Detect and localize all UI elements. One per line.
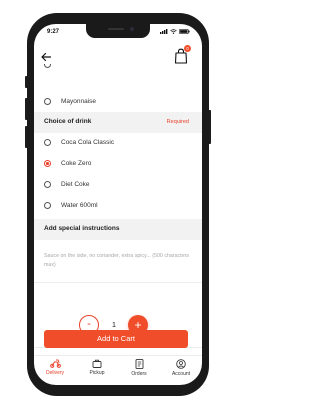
battery-icon — [179, 29, 190, 34]
option-label: Diet Coke — [61, 181, 90, 188]
divider — [34, 282, 202, 283]
tab-label: Orders — [131, 371, 147, 377]
tab-label: Pickup — [89, 370, 105, 376]
option-coke-zero[interactable]: Coke Zero — [34, 153, 202, 174]
required-label: Required — [166, 119, 189, 125]
instructions-section-header: Add special instructions — [34, 219, 202, 240]
add-to-cart-button[interactable]: Add to Cart — [44, 330, 188, 348]
option-label: Mayonnaise — [61, 98, 97, 105]
account-user-icon — [176, 359, 186, 369]
wifi-icon — [170, 29, 177, 34]
section-title: Choice of drink — [44, 118, 92, 125]
radio-icon — [44, 64, 51, 68]
signal-icon — [160, 29, 168, 34]
radio-icon[interactable] — [44, 98, 51, 105]
phone-screen: 9:27 0 Mayonnaise Choice of drink Requir… — [34, 24, 202, 385]
notch — [86, 24, 150, 38]
quantity-value: 1 — [111, 320, 117, 329]
arrow-left-icon[interactable] — [40, 51, 52, 63]
option-water-600ml[interactable]: Water 600ml — [34, 195, 202, 216]
list-item-cut — [34, 64, 202, 74]
radio-icon[interactable] — [44, 202, 51, 209]
option-label: Coke Zero — [61, 160, 92, 167]
option-mayonnaise[interactable]: Mayonnaise — [34, 91, 202, 112]
status-icons — [160, 29, 190, 34]
pickup-bag-icon — [92, 359, 102, 368]
option-label: Coca Cola Classic — [61, 139, 115, 146]
section-title: Add special instructions — [44, 225, 120, 232]
option-coca-cola-classic[interactable]: Coca Cola Classic — [34, 132, 202, 153]
radio-icon[interactable] — [44, 181, 51, 188]
tab-label: Account — [171, 371, 191, 377]
tab-account[interactable]: Account — [160, 359, 202, 377]
status-time: 9:27 — [47, 29, 60, 35]
speaker — [108, 28, 124, 30]
tab-pickup[interactable]: Pickup — [76, 359, 118, 376]
tab-label: Delivery — [45, 370, 65, 376]
tab-delivery[interactable]: Delivery — [34, 359, 76, 376]
tab-bar: Delivery Pickup Orders Account — [34, 355, 202, 384]
orders-receipt-icon — [135, 359, 143, 369]
radio-selected-icon[interactable] — [44, 160, 51, 167]
instructions-input[interactable]: Sauce on the side, no coriander, extra s… — [44, 252, 194, 269]
option-label: Water 600ml — [61, 202, 98, 209]
stage: 9:27 0 Mayonnaise Choice of drink Requir… — [0, 0, 239, 420]
delivery-scooter-icon — [49, 359, 61, 368]
tab-orders[interactable]: Orders — [118, 359, 160, 377]
option-diet-coke[interactable]: Diet Coke — [34, 174, 202, 195]
camera — [130, 27, 134, 31]
radio-icon[interactable] — [44, 139, 51, 146]
drink-section-header: Choice of drink Required — [34, 112, 202, 133]
cart-badge: 0 — [184, 45, 191, 52]
